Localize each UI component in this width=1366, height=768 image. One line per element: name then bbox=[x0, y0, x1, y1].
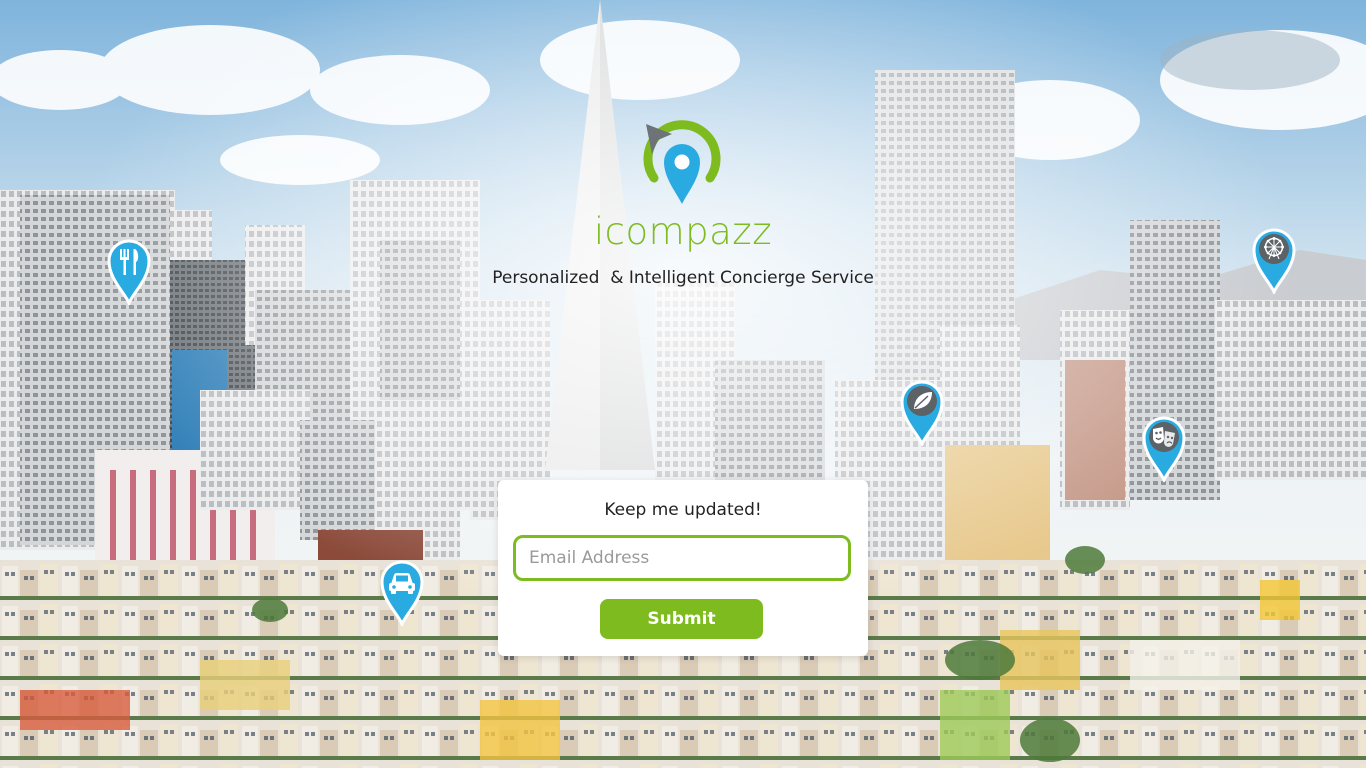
car-pin[interactable] bbox=[378, 556, 426, 629]
theater-pin[interactable] bbox=[1140, 412, 1188, 485]
signup-title: Keep me updated! bbox=[604, 500, 762, 520]
leaf-icon bbox=[900, 380, 944, 449]
restaurant-icon bbox=[107, 239, 151, 308]
email-input[interactable] bbox=[513, 535, 851, 581]
ferris-wheel-pin[interactable] bbox=[1250, 224, 1298, 297]
signup-card: Keep me updated! Submit bbox=[498, 480, 868, 656]
brand-name: icompazz bbox=[593, 210, 773, 253]
leaf-pin[interactable] bbox=[898, 376, 946, 449]
car-icon bbox=[380, 560, 424, 629]
ferris-wheel-icon bbox=[1252, 228, 1296, 297]
theater-masks-icon bbox=[1142, 416, 1186, 485]
submit-button[interactable]: Submit bbox=[600, 599, 763, 639]
restaurant-pin[interactable] bbox=[105, 235, 153, 308]
compass-pin-logo-icon bbox=[636, 116, 728, 208]
tagline: Personalized & Intelligent Concierge Ser… bbox=[492, 268, 874, 288]
